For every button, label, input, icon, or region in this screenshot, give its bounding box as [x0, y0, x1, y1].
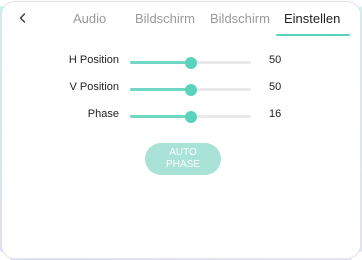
h-position-slider[interactable] — [130, 57, 251, 69]
setting-label: V Position — [69, 81, 119, 93]
auto-phase-button[interactable]: AUTO PHASE — [145, 143, 221, 175]
slider-fill — [130, 88, 191, 91]
setting-label: Phase — [87, 108, 119, 120]
tab-einstellen[interactable]: Einstellen — [284, 11, 340, 26]
tab-bildschirm-1[interactable]: Bildschirm — [135, 11, 195, 26]
setting-label: H Position — [68, 54, 119, 66]
tab-bar: Audio Bildschirm Bildschirm Einstellen — [0, 0, 362, 36]
settings-panel — [1, 1, 361, 259]
slider-fill — [130, 61, 191, 64]
auto-phase-line-2: PHASE — [166, 159, 200, 170]
tab-bildschirm-2[interactable]: Bildschirm — [210, 11, 270, 26]
phase-slider[interactable] — [130, 111, 251, 123]
auto-phase-line-1: AUTO — [169, 147, 197, 158]
setting-value: 16 — [269, 108, 282, 120]
setting-row-phase: Phase 16 — [0, 107, 362, 125]
slider-thumb[interactable] — [184, 84, 197, 96]
setting-row-h-position: H Position 50 — [0, 53, 362, 71]
tab-audio[interactable]: Audio — [73, 11, 106, 26]
setting-row-v-position: V Position 50 — [0, 80, 362, 98]
slider-fill — [130, 115, 191, 118]
active-tab-indicator — [276, 34, 350, 36]
setting-value: 50 — [269, 81, 282, 93]
slider-thumb[interactable] — [184, 111, 197, 123]
v-position-slider[interactable] — [130, 84, 251, 96]
setting-value: 50 — [269, 54, 282, 66]
slider-thumb[interactable] — [184, 57, 197, 69]
